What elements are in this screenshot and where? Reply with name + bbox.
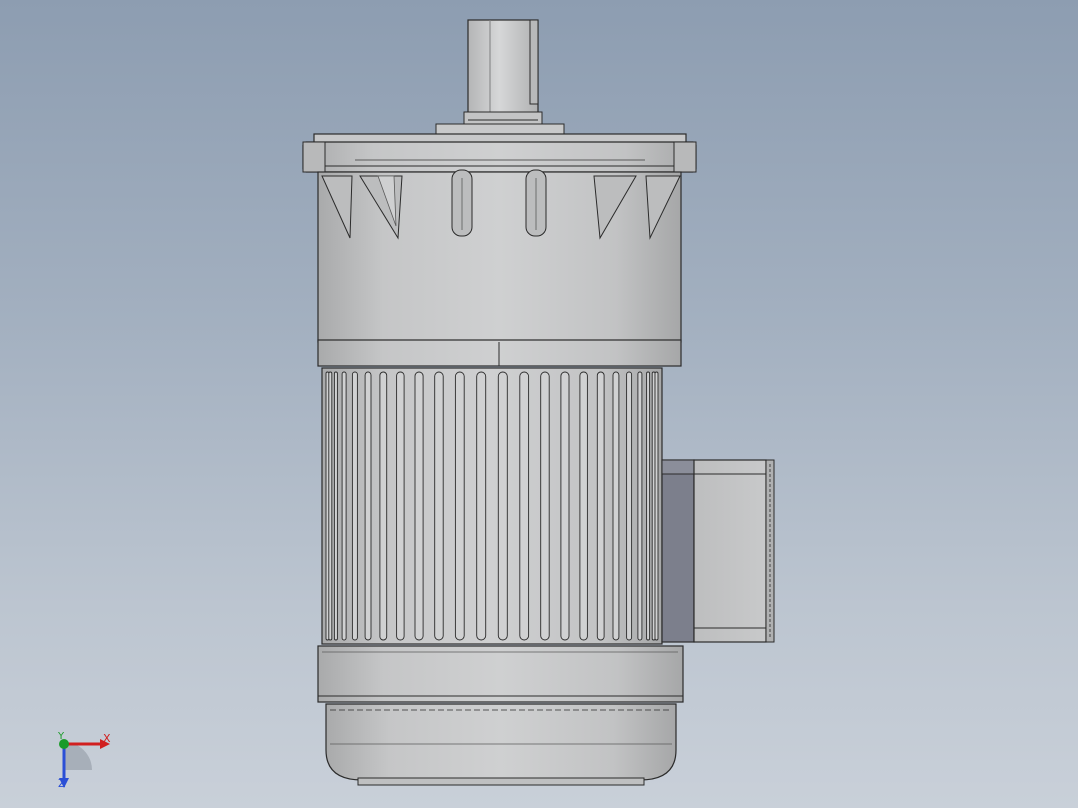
cooling-fin — [646, 371, 651, 641]
top-flange[interactable] — [302, 133, 697, 173]
axis-x-label: X — [103, 732, 111, 745]
cooling-fin — [626, 371, 633, 641]
axis-y-label: Y — [58, 731, 65, 742]
axis-z-label: Z — [58, 777, 66, 790]
cooling-fin — [497, 371, 508, 641]
cooling-fin — [560, 371, 570, 641]
cooling-fin — [454, 371, 465, 641]
cooling-fin — [328, 371, 333, 641]
cooling-fin — [476, 371, 487, 641]
cooling-fin — [333, 371, 338, 641]
cooling-fin — [379, 371, 388, 641]
motor-body[interactable] — [321, 367, 663, 645]
cooling-fin — [612, 371, 620, 641]
shaft[interactable] — [463, 19, 543, 127]
terminal-box[interactable] — [661, 459, 775, 643]
cooling-fin — [596, 371, 605, 641]
cooling-fin — [654, 371, 659, 641]
cooling-fin — [351, 371, 358, 641]
cooling-fin — [434, 371, 444, 641]
motor-model[interactable] — [0, 0, 1078, 808]
gear-housing[interactable] — [317, 169, 682, 367]
cooling-fin — [540, 371, 550, 641]
cooling-fin — [579, 371, 588, 641]
shaft-base-ring — [435, 123, 565, 136]
cooling-fin — [637, 371, 643, 641]
cooling-fin — [414, 371, 424, 641]
cooling-fin — [396, 371, 405, 641]
end-cap[interactable] — [317, 645, 684, 786]
graphics-viewport[interactable]: X Y Z — [0, 0, 1078, 808]
cooling-fin — [519, 371, 530, 641]
cooling-fin — [341, 371, 347, 641]
cooling-fin — [364, 371, 372, 641]
